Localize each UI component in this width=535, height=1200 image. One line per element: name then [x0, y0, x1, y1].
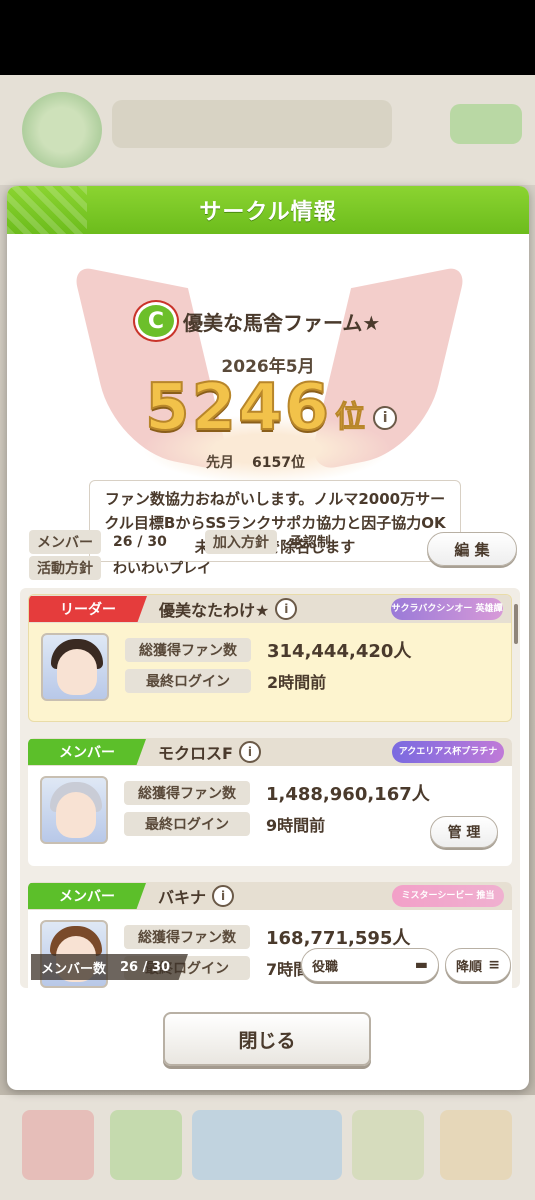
fans-value: 314,444,420人: [267, 641, 412, 662]
member-header: メンバー モクロスF i アクエリアス杯プラチナ: [28, 738, 512, 766]
background-namebox: [112, 100, 392, 148]
login-label: 最終ログイン: [124, 812, 250, 836]
member-header: メンバー バキナ i ミスターシービー 推当: [28, 882, 512, 910]
member-name: バキナ: [158, 888, 207, 907]
role-label-member: メンバー: [28, 883, 146, 909]
role-label-member: メンバー: [28, 739, 146, 765]
member-card-leader[interactable]: リーダー 優美なたわけ★ i サクラバクシンオー 英雄譚 総獲得ファン数 314…: [28, 594, 512, 722]
member-title-badge: サクラバクシンオー 英雄譚: [391, 598, 503, 620]
login-value: 9時間前: [266, 816, 326, 835]
members-tag: メンバー: [29, 530, 101, 554]
member-list-scrollbar[interactable]: [514, 604, 518, 644]
last-month-value: 6157位: [252, 455, 305, 471]
background-button: [450, 104, 522, 144]
avatar-face: [56, 792, 96, 838]
fans-label: 総獲得ファン数: [124, 925, 250, 949]
fans-stat: 総獲得ファン数 314,444,420人: [125, 637, 411, 663]
role-sort-button[interactable]: 役職 ▬: [301, 948, 439, 982]
header-stripes: [7, 186, 87, 234]
modal-title: サークル情報: [199, 200, 337, 225]
members-meta: メンバー 26 / 30 加入方針 承認制: [29, 530, 331, 554]
member-name: モクロスF: [158, 744, 233, 763]
role-label-leader: リーダー: [29, 596, 147, 622]
rank-number: 5246: [144, 371, 332, 445]
rank-info-icon[interactable]: i: [373, 406, 398, 430]
member-header: リーダー 優美なたわけ★ i サクラバクシンオー 英雄譚: [29, 595, 511, 623]
modal-header: サークル情報: [7, 186, 529, 234]
layers-icon: ▬: [414, 957, 428, 973]
join-policy-value: 承認制: [288, 535, 331, 551]
circle-summary: C 優美な馬舎ファーム★ 2026年5月 5246 位 i 先月 6157位 フ…: [7, 234, 529, 562]
activity-value: わいわいプレイ: [113, 561, 211, 577]
fans-value: 168,771,595人: [266, 928, 411, 949]
fans-value: 1,488,960,167人: [266, 784, 430, 805]
member-count-value: 26 / 30: [120, 959, 170, 975]
member-info-icon[interactable]: i: [212, 885, 235, 907]
background-tile: [440, 1110, 512, 1180]
last-month-label: 先月: [206, 455, 234, 471]
member-avatar[interactable]: [40, 776, 108, 844]
member-count-label: メンバー数: [41, 961, 107, 977]
last-month-rank: 先月 6157位: [206, 452, 305, 472]
member-name: 優美なたわけ★: [159, 601, 270, 620]
login-stat: 最終ログイン 9時間前: [124, 812, 325, 836]
member-info-icon[interactable]: i: [275, 598, 298, 620]
login-label: 最終ログイン: [125, 669, 251, 693]
sort-lines-icon: ≡: [488, 957, 500, 973]
background-tile: [110, 1110, 182, 1180]
circle-info-modal: サークル情報 C 優美な馬舎ファーム★ 2026年5月 5246 位 i 先月 …: [7, 186, 529, 1090]
fans-label: 総獲得ファン数: [125, 638, 251, 662]
background-emblem: [22, 92, 102, 168]
background-tile: [352, 1110, 424, 1180]
order-button[interactable]: 降順 ≡: [445, 948, 511, 982]
background-tile: [192, 1110, 342, 1180]
join-policy-tag: 加入方針: [204, 530, 277, 554]
manage-button[interactable]: 管 理: [430, 816, 498, 848]
rank-suffix: 位: [335, 400, 366, 436]
activity-tag: 活動方針: [29, 556, 101, 580]
members-value: 26 / 30: [113, 534, 167, 550]
avatar-face: [57, 649, 97, 695]
rank-display: 5246 位 i: [144, 371, 398, 445]
circle-name: 優美な馬舎ファーム★: [183, 310, 381, 335]
activity-meta: 活動方針 わいわいプレイ: [29, 556, 211, 580]
member-title-badge: アクエリアス杯プラチナ: [392, 741, 504, 763]
fans-label: 総獲得ファン数: [124, 781, 250, 805]
order-label: 降順: [456, 959, 483, 975]
circle-name-row: C 優美な馬舎ファーム★: [135, 302, 380, 340]
member-info-icon[interactable]: i: [238, 741, 261, 763]
role-sort-label: 役職: [312, 959, 339, 975]
close-button[interactable]: 閉じる: [163, 1012, 371, 1066]
member-card[interactable]: メンバー モクロスF i アクエリアス杯プラチナ 総獲得ファン数 1,488,9…: [28, 738, 512, 866]
background-tile: [22, 1110, 94, 1180]
member-count-pill: メンバー数 26 / 30: [31, 954, 188, 980]
member-avatar[interactable]: [41, 633, 109, 701]
fans-stat: 総獲得ファン数 168,771,595人: [124, 924, 410, 950]
member-list[interactable]: リーダー 優美なたわけ★ i サクラバクシンオー 英雄譚 総獲得ファン数 314…: [20, 588, 520, 988]
edit-button[interactable]: 編 集: [427, 532, 517, 566]
member-title-badge: ミスターシービー 推当: [392, 885, 504, 907]
circle-emblem-icon: C: [135, 302, 177, 340]
login-value: 2時間前: [267, 673, 327, 692]
fans-stat: 総獲得ファン数 1,488,960,167人: [124, 780, 430, 806]
login-stat: 最終ログイン 2時間前: [125, 669, 326, 693]
